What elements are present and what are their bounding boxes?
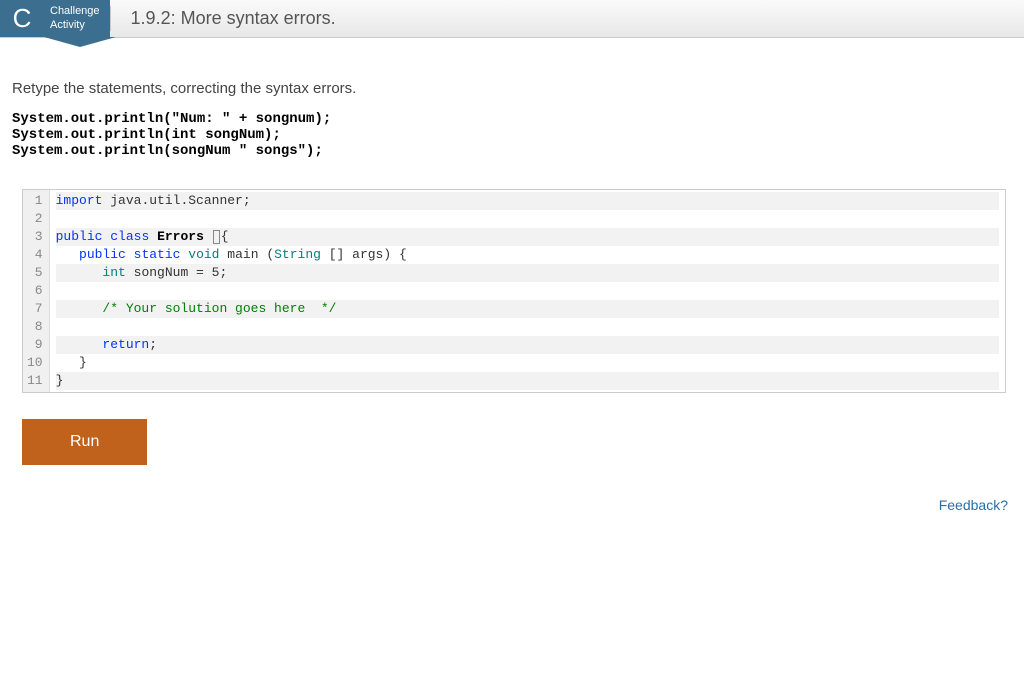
challenge-badge-label: Challenge Activity xyxy=(44,0,110,37)
header-bar: C Challenge Activity 1.9.2: More syntax … xyxy=(0,0,1024,38)
code-editor[interactable]: 1 2 3 4 5 6 7 8 9 10 11 import java.util… xyxy=(22,189,1006,393)
instructions-text: Retype the statements, correcting the sy… xyxy=(12,80,1012,97)
content-area: Retype the statements, correcting the sy… xyxy=(0,38,1024,477)
feedback-link[interactable]: Feedback? xyxy=(939,497,1008,513)
badge-line1: Challenge xyxy=(50,5,100,18)
activity-title: 1.9.2: More syntax errors. xyxy=(111,0,336,37)
badge-line2: Activity xyxy=(50,19,100,32)
run-row: Run xyxy=(22,419,1012,465)
feedback-row: Feedback? xyxy=(0,477,1024,521)
challenge-badge-icon: C xyxy=(0,0,44,37)
problem-code-block: System.out.println("Num: " + songnum); S… xyxy=(12,111,1012,159)
code-text-area[interactable]: import java.util.Scanner; public class E… xyxy=(50,190,1005,392)
run-button[interactable]: Run xyxy=(22,419,147,465)
line-gutter: 1 2 3 4 5 6 7 8 9 10 11 xyxy=(23,190,50,392)
